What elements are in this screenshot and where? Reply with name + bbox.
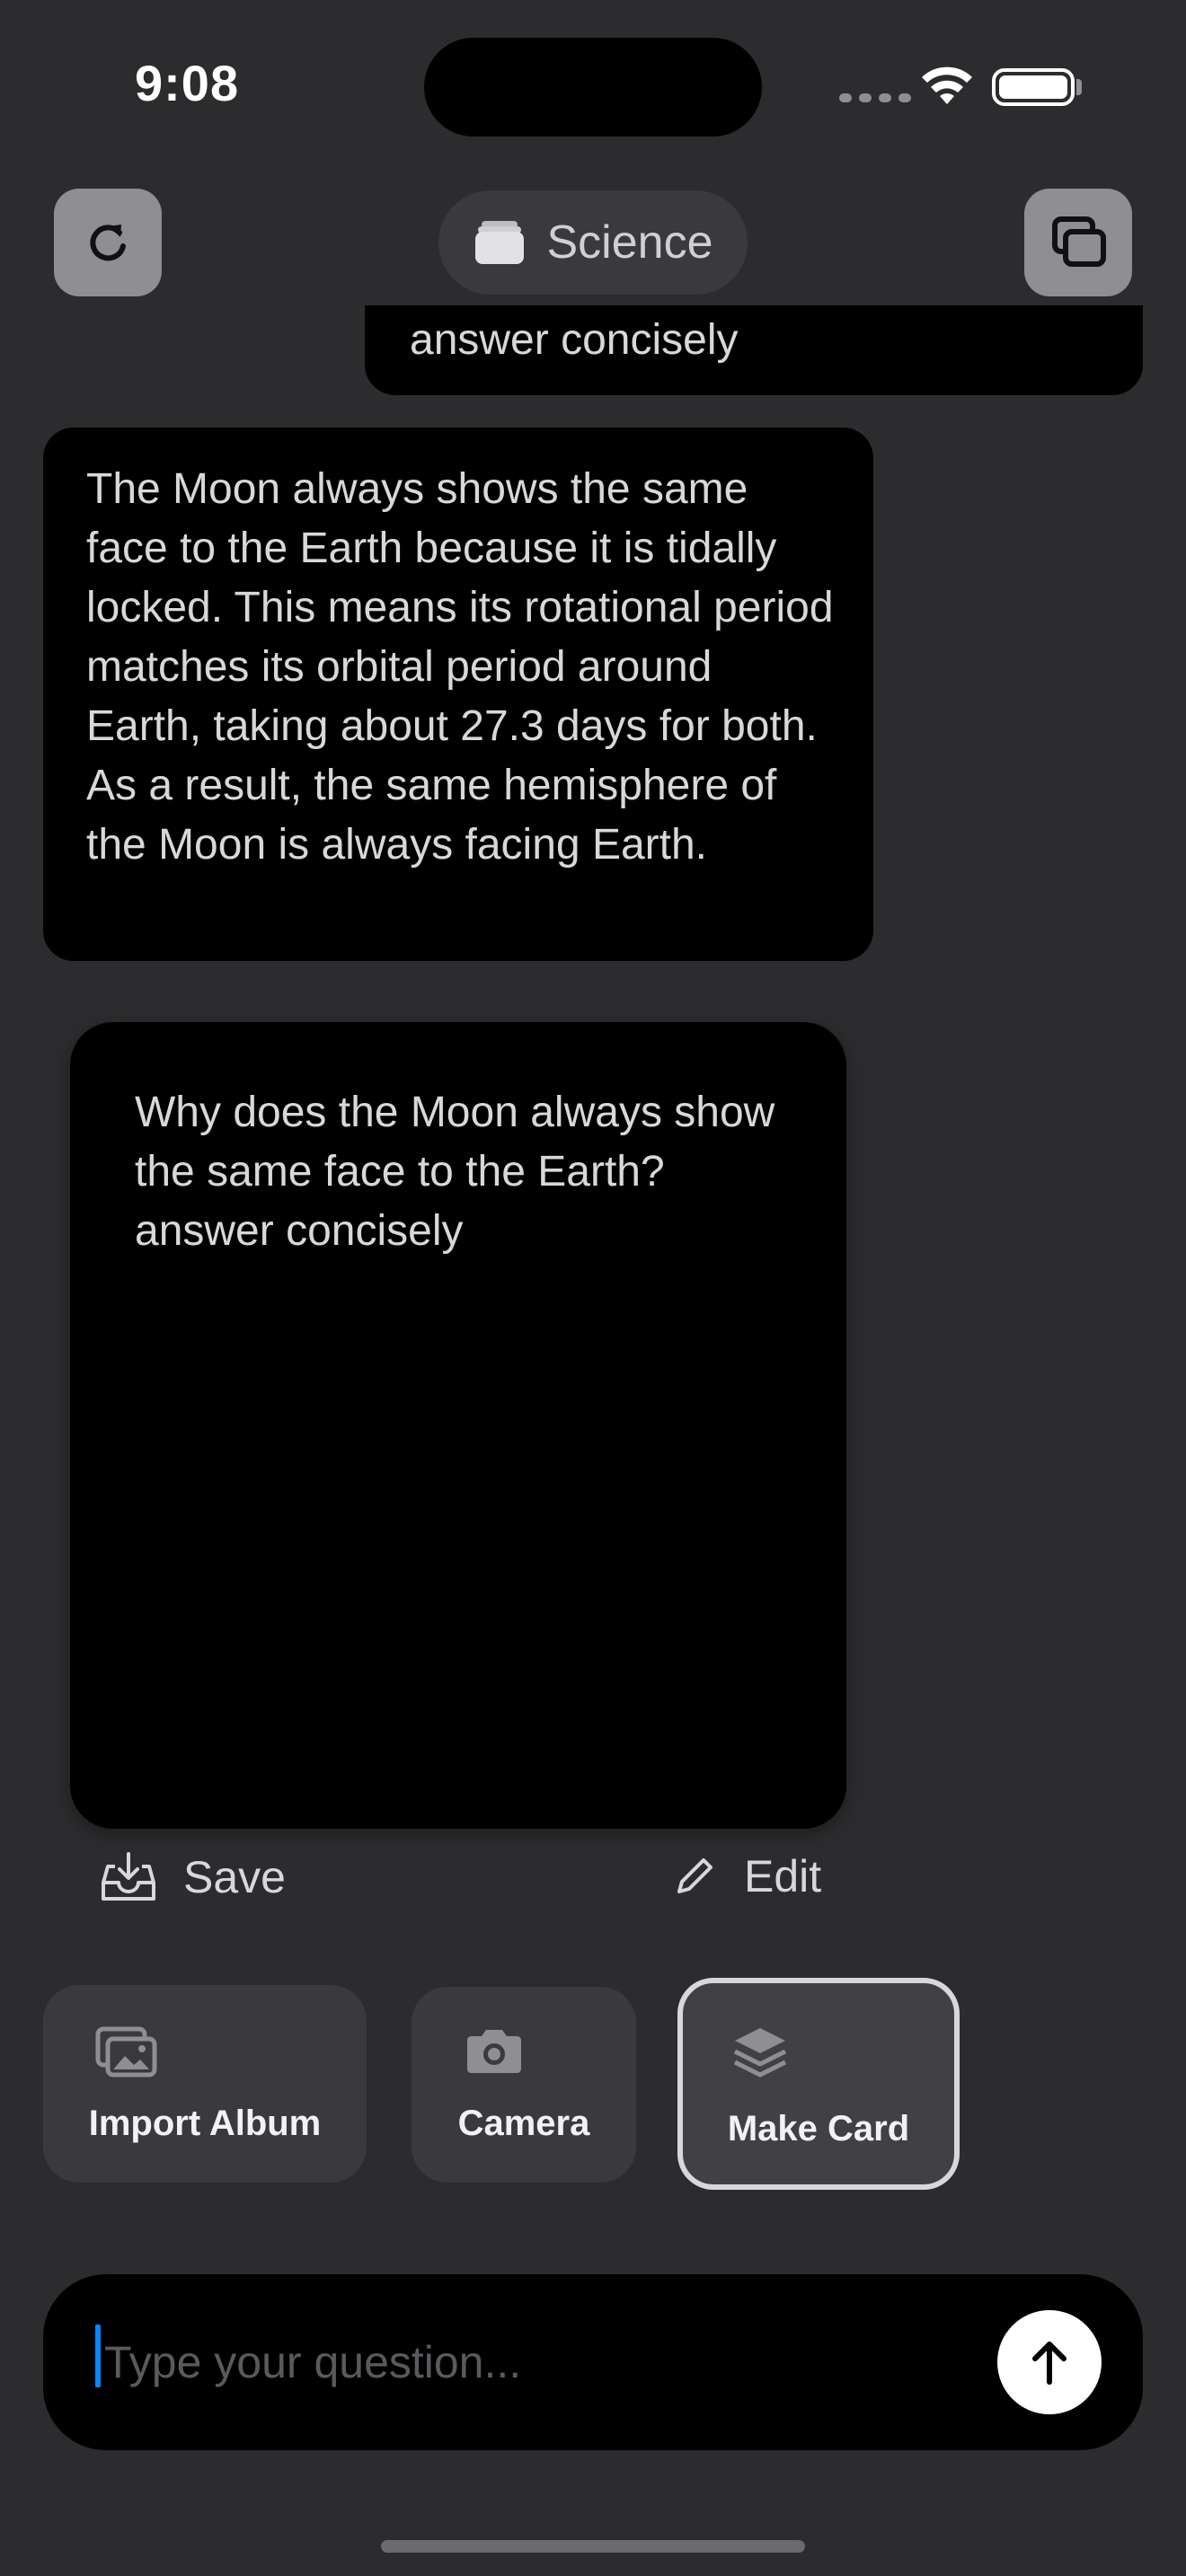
battery-icon [992, 68, 1075, 106]
layers-icon [733, 2028, 787, 2078]
camera-label: Camera [457, 2104, 590, 2143]
send-button[interactable] [997, 2310, 1102, 2414]
edit-button[interactable]: Edit [672, 1850, 821, 1902]
battery-tip [1076, 79, 1082, 95]
assistant-answer-bubble: The Moon always shows the same face to t… [43, 428, 873, 961]
import-album-label: Import Album [88, 2104, 322, 2143]
wifi-icon [922, 66, 972, 104]
composer [43, 2274, 1143, 2450]
import-album-button[interactable]: Import Album [43, 1985, 367, 2183]
user-message-bubble: answer concisely [365, 305, 1143, 395]
refresh-icon [90, 225, 126, 261]
text-caret [95, 2325, 101, 2387]
home-indicator[interactable] [381, 2540, 805, 2553]
card-preview[interactable]: Why does the Moon always show the same f… [70, 1022, 846, 1829]
camera-icon [467, 2030, 521, 2073]
folder-label: Science [546, 216, 713, 269]
make-card-label: Make Card [727, 2109, 910, 2148]
edit-label: Edit [744, 1851, 822, 1901]
save-label: Save [183, 1852, 286, 1902]
dynamic-island [424, 38, 762, 137]
folder-stack-icon [474, 221, 524, 264]
photo-album-icon [95, 2026, 157, 2078]
arrow-up-icon [1032, 2342, 1067, 2385]
windows-button[interactable] [1024, 189, 1132, 296]
windows-icon [1052, 216, 1106, 267]
question-input[interactable] [97, 2325, 985, 2400]
camera-button[interactable]: Camera [412, 1987, 636, 2183]
cellular-signal-icon [839, 93, 911, 102]
tray-download-icon [102, 1852, 155, 1901]
pencil-icon [677, 1858, 712, 1893]
refresh-button[interactable] [54, 189, 162, 296]
make-card-button[interactable]: Make Card [677, 1978, 960, 2190]
save-button[interactable]: Save [101, 1850, 286, 1904]
status-time: 9:08 [135, 55, 240, 111]
folder-selector[interactable]: Science [438, 190, 748, 295]
